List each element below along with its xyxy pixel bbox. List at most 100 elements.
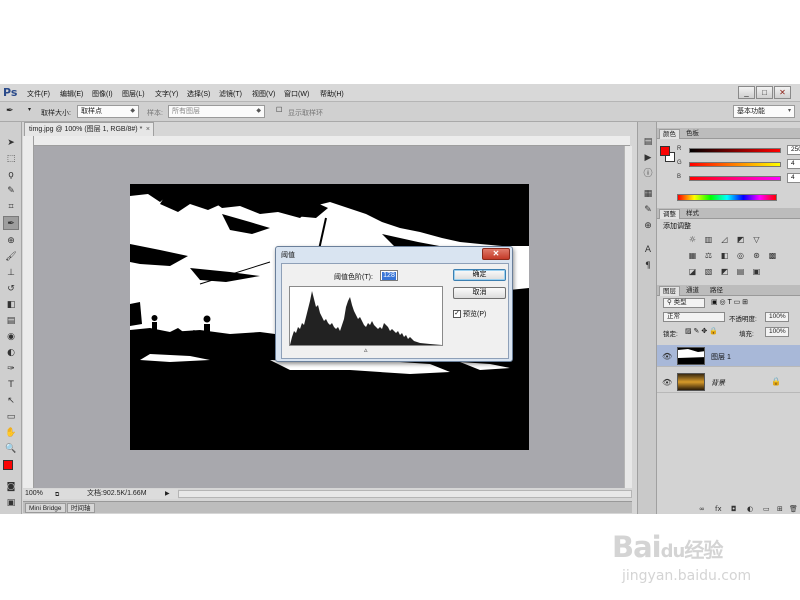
- link-layers-icon[interactable]: ∞: [699, 505, 705, 513]
- visibility-eye-icon[interactable]: 👁: [662, 378, 672, 387]
- exposure-icon[interactable]: ◩: [735, 234, 746, 245]
- threshold-icon[interactable]: ◩: [719, 266, 730, 277]
- menu-edit[interactable]: 编辑(E): [60, 89, 83, 99]
- blue-value[interactable]: 4: [787, 173, 800, 183]
- quick-mask-icon[interactable]: ◙: [3, 480, 19, 494]
- threshold-histogram[interactable]: [289, 286, 443, 346]
- tab-adjustments[interactable]: 调整: [659, 209, 680, 219]
- photo-filter-icon[interactable]: ◎: [735, 250, 746, 261]
- layer-row[interactable]: 👁 图层 1: [657, 345, 800, 367]
- marquee-tool-icon[interactable]: ⬚: [3, 152, 19, 166]
- new-layer-icon[interactable]: ⊞: [777, 505, 783, 513]
- tool-preset-chevron-icon[interactable]: ▾: [28, 106, 31, 113]
- preview-option[interactable]: ✓ 预览(P): [453, 309, 486, 319]
- properties-panel-icon[interactable]: ▦: [642, 188, 654, 200]
- green-track[interactable]: [689, 162, 781, 167]
- green-value[interactable]: 4: [787, 159, 800, 169]
- invert-icon[interactable]: ◪: [687, 266, 698, 277]
- menu-type[interactable]: 文字(Y): [155, 89, 178, 99]
- dodge-tool-icon[interactable]: ◐: [3, 346, 19, 360]
- blur-tool-icon[interactable]: ◉: [3, 330, 19, 344]
- cancel-button[interactable]: 取消: [453, 287, 506, 299]
- shape-tool-icon[interactable]: ▭: [3, 410, 19, 424]
- tab-styles[interactable]: 样式: [683, 209, 702, 219]
- opacity-input[interactable]: 100%: [765, 312, 789, 322]
- tab-timeline[interactable]: 时间轴: [67, 503, 95, 513]
- brush-tool-icon[interactable]: 🖌: [3, 250, 19, 264]
- menu-layer[interactable]: 图层(L): [122, 89, 145, 99]
- workspace-select[interactable]: 基本功能 ▾: [733, 105, 795, 118]
- tab-color[interactable]: 颜色: [659, 129, 680, 139]
- sample-select[interactable]: 所有图层 ◆: [168, 105, 265, 118]
- tab-swatches[interactable]: 色板: [683, 129, 702, 139]
- restore-button[interactable]: □: [756, 86, 773, 99]
- menu-help[interactable]: 帮助(H): [320, 89, 344, 99]
- layer-name[interactable]: 背景: [711, 378, 725, 388]
- info-panel-icon[interactable]: ⓘ: [642, 168, 654, 180]
- type-tool-icon[interactable]: T: [3, 378, 19, 392]
- layer-style-icon[interactable]: fx: [715, 505, 722, 513]
- document-tab[interactable]: timg.jpg @ 100% (图层 1, RGB/8#) * ×: [24, 122, 154, 136]
- zoom-tool-icon[interactable]: 🔍: [3, 442, 19, 456]
- menu-window[interactable]: 窗口(W): [284, 89, 309, 99]
- curves-icon[interactable]: ◿: [719, 234, 730, 245]
- paragraph-panel-icon[interactable]: ¶: [642, 260, 654, 272]
- layer-name[interactable]: 图层 1: [711, 352, 731, 362]
- tab-mini-bridge[interactable]: Mini Bridge: [25, 503, 66, 513]
- horizontal-scrollbar[interactable]: [178, 490, 632, 498]
- blend-mode-select[interactable]: 正常: [663, 312, 725, 322]
- selective-color-icon[interactable]: ▣: [751, 266, 762, 277]
- black-white-icon[interactable]: ◧: [719, 250, 730, 261]
- dialog-close-button[interactable]: ✕: [482, 248, 510, 260]
- layer-filter-icons[interactable]: ▣ ◎ T ▭ ⊞: [711, 298, 748, 306]
- sample-size-select[interactable]: 取样点 ◆: [77, 105, 139, 118]
- threshold-slider-icon[interactable]: ▵: [364, 346, 368, 354]
- brush-panel-icon[interactable]: ✎: [642, 204, 654, 216]
- pen-tool-icon[interactable]: ✑: [3, 362, 19, 376]
- hand-tool-icon[interactable]: ✋: [3, 426, 19, 440]
- tab-layers[interactable]: 图层: [659, 286, 680, 296]
- threshold-level-input[interactable]: 128: [380, 270, 398, 281]
- red-value[interactable]: 250: [787, 145, 800, 155]
- menu-select[interactable]: 选择(S): [187, 89, 210, 99]
- color-spectrum-bar[interactable]: [677, 194, 777, 201]
- preview-checkbox[interactable]: ✓: [453, 310, 461, 319]
- red-track[interactable]: [689, 148, 781, 153]
- hue-icon[interactable]: ▦: [687, 250, 698, 261]
- vibrance-icon[interactable]: ▽: [751, 234, 762, 245]
- levels-icon[interactable]: ▥: [703, 234, 714, 245]
- color-balance-icon[interactable]: ⚖: [703, 250, 714, 261]
- status-menu-arrow-icon[interactable]: ▶: [165, 489, 170, 499]
- layer-mask-icon[interactable]: ◘: [731, 505, 737, 513]
- zoom-level[interactable]: 100%: [25, 489, 43, 499]
- ok-button[interactable]: 确定: [453, 269, 506, 281]
- tab-paths[interactable]: 路径: [707, 286, 726, 296]
- actions-panel-icon[interactable]: ▶: [642, 152, 654, 164]
- channel-mixer-icon[interactable]: ⊛: [751, 250, 762, 261]
- new-group-icon[interactable]: ▭: [763, 505, 770, 513]
- status-info-icon[interactable]: ⧉: [55, 490, 59, 500]
- brightness-icon[interactable]: ☼: [687, 234, 698, 245]
- posterize-icon[interactable]: ▧: [703, 266, 714, 277]
- lasso-tool-icon[interactable]: ϙ: [3, 168, 19, 182]
- show-ring-checkbox[interactable]: ☐: [276, 106, 282, 114]
- menu-image[interactable]: 图像(I): [92, 89, 113, 99]
- clone-source-icon[interactable]: ⊕: [642, 220, 654, 232]
- gradient-tool-icon[interactable]: ▤: [3, 314, 19, 328]
- layer-row[interactable]: 👁 背景 🔒: [657, 371, 800, 393]
- menu-file[interactable]: 文件(F): [27, 89, 50, 99]
- blue-track[interactable]: [689, 176, 781, 181]
- vertical-scrollbar[interactable]: [624, 146, 632, 488]
- eyedropper-tool-icon[interactable]: ✒: [3, 216, 19, 230]
- history-brush-icon[interactable]: ↺: [3, 282, 19, 296]
- stamp-tool-icon[interactable]: ⊥: [3, 266, 19, 280]
- delete-layer-icon[interactable]: 🗑: [789, 505, 798, 513]
- gradient-map-icon[interactable]: ▤: [735, 266, 746, 277]
- layer-kind-filter[interactable]: ⚲ 类型: [663, 298, 705, 308]
- healing-tool-icon[interactable]: ⊕: [3, 234, 19, 248]
- menu-filter[interactable]: 滤镜(T): [219, 89, 242, 99]
- path-select-tool-icon[interactable]: ↖: [3, 394, 19, 408]
- move-tool-icon[interactable]: ➤: [3, 136, 19, 150]
- minimize-button[interactable]: _: [738, 86, 755, 99]
- character-panel-icon[interactable]: A: [642, 244, 654, 256]
